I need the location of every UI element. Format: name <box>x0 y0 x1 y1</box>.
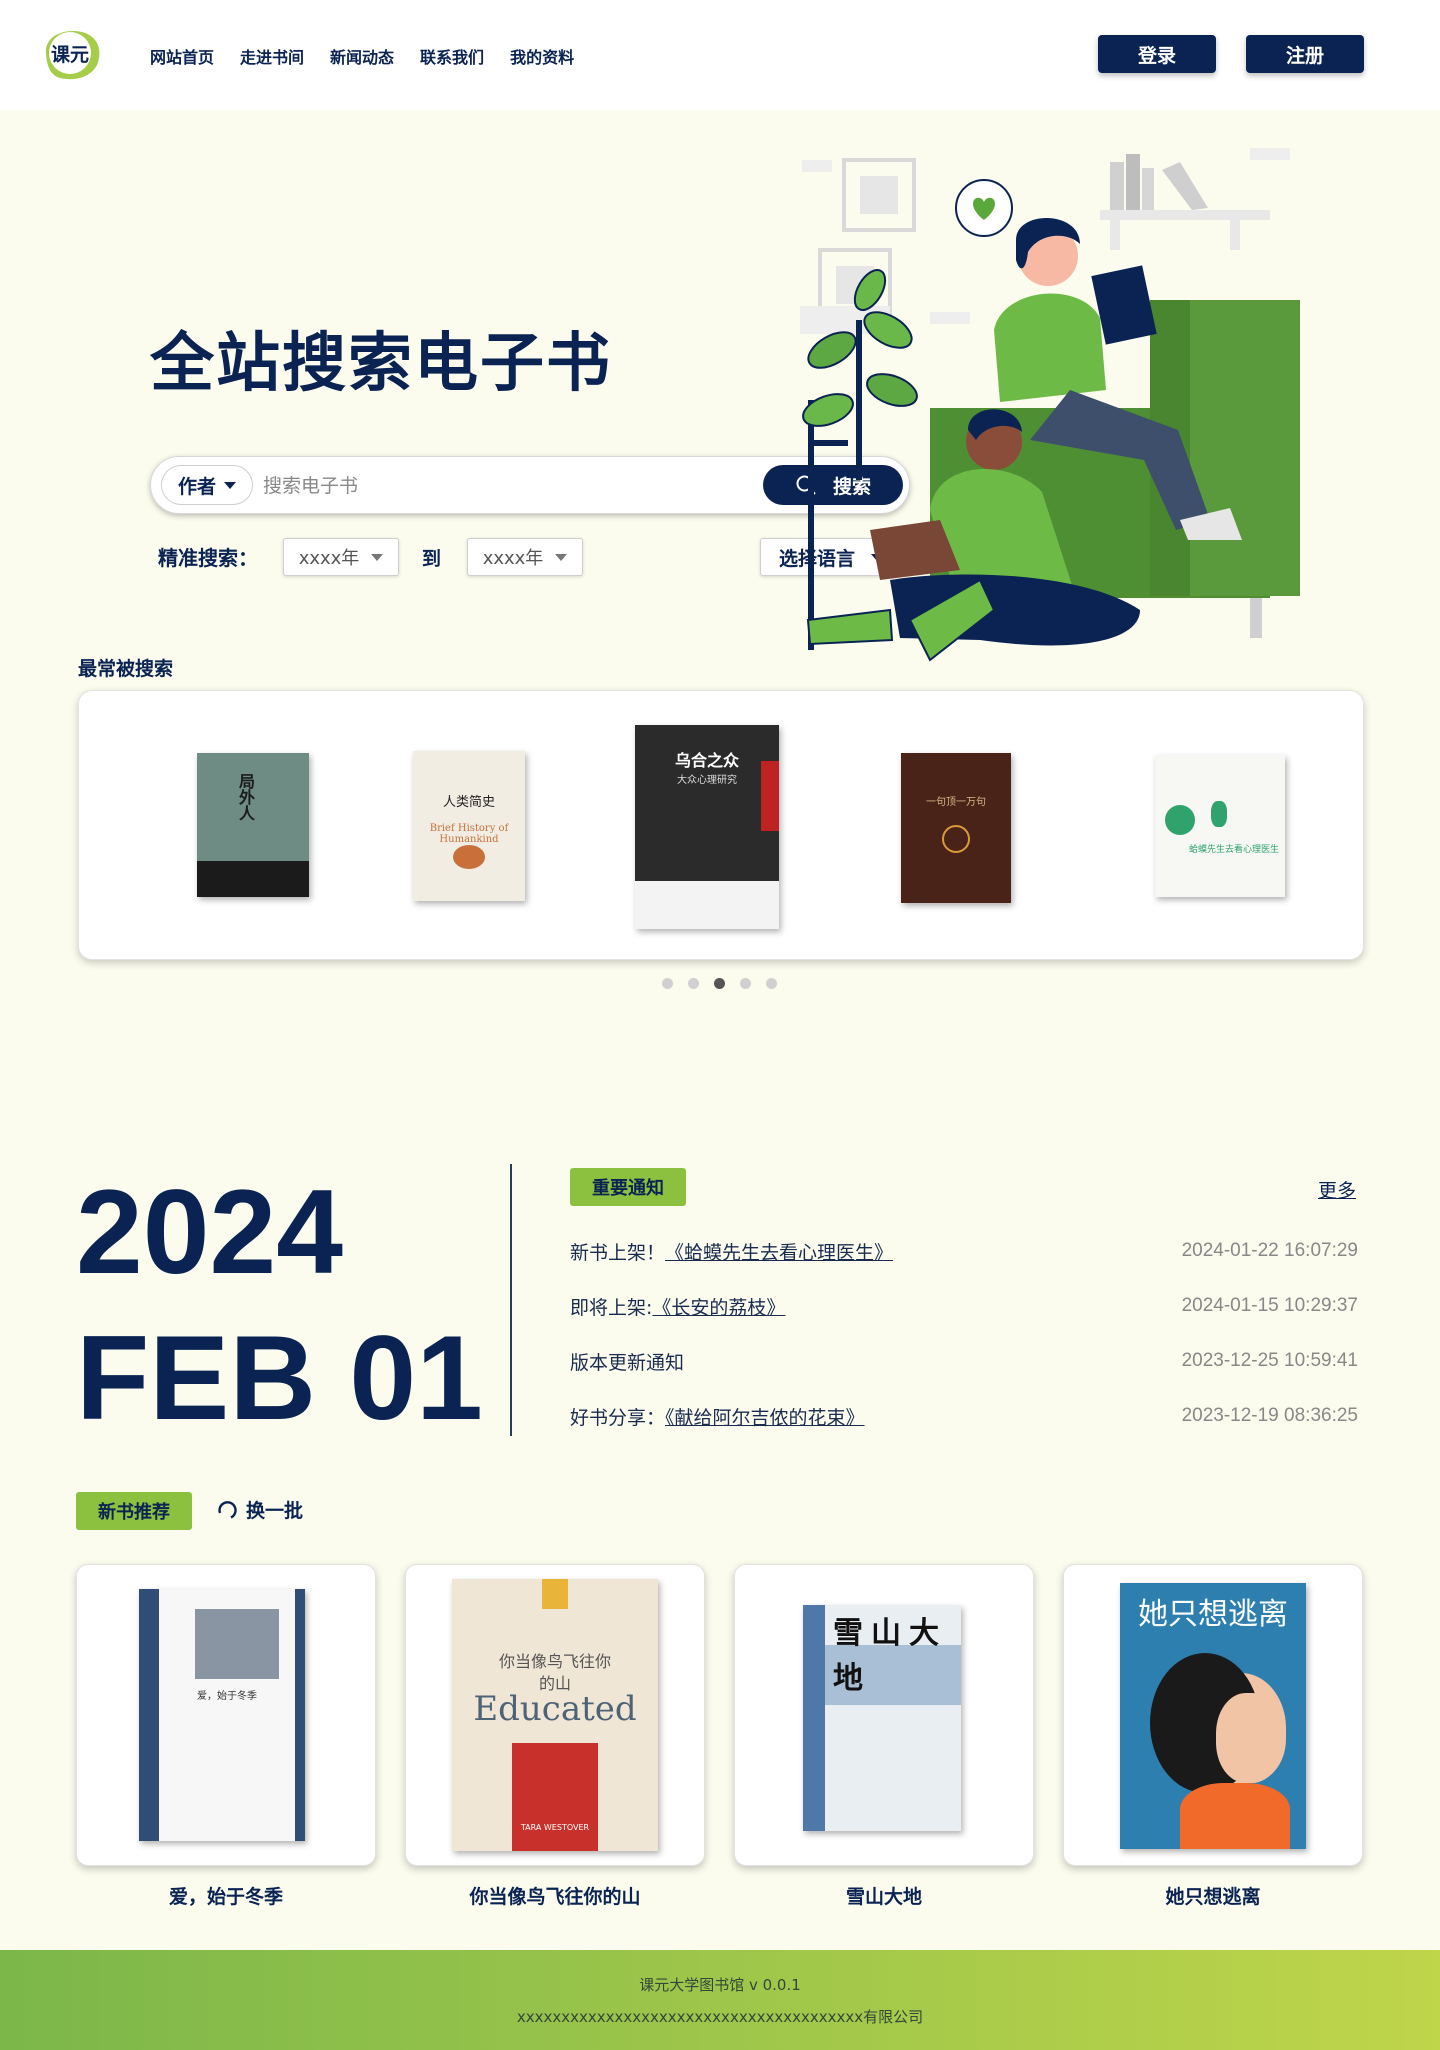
book-title[interactable]: 她只想逃离 <box>1063 1882 1363 1909</box>
refresh-label: 换一批 <box>246 1500 304 1522</box>
refresh-icon <box>218 1500 237 1519</box>
footer-version: 课元大学图书馆 v 0.0.1 <box>639 1976 801 1994</box>
notice-badge: 重要通知 <box>570 1168 686 1206</box>
book-cover-author: TARA WESTOVER <box>520 1823 590 1832</box>
book-cover-title: 她只想逃离 <box>1138 1597 1288 1632</box>
notice-date: 2024-01-15 10:29:37 <box>1181 1295 1358 1316</box>
notice-prefix: 即将上架: <box>570 1297 653 1319</box>
top-header: 课元 网站首页 走进书间 新闻动态 联系我们 我的资料 登录 注册 <box>0 0 1440 110</box>
to-year-value: xxxx年 <box>482 548 544 569</box>
hero-title: 全站搜索电子书 <box>150 327 612 401</box>
register-button[interactable]: 注册 <box>1246 35 1364 73</box>
notice-link[interactable]: 《献给阿尔吉侬的花束》 <box>665 1407 865 1429</box>
popular-book-3[interactable]: 乌合之众 大众心理研究 <box>635 725 779 929</box>
popular-carousel: 局外人 人类简史 Brief History of Humankind 乌合之众… <box>78 690 1364 960</box>
popular-book-1[interactable]: 局外人 <box>197 753 309 897</box>
notice-date: 2024-01-22 16:07:29 <box>1181 1240 1358 1261</box>
book-card[interactable]: 你当像鸟飞往你的山 Educated TARA WESTOVER <box>405 1564 705 1866</box>
popular-book-4[interactable]: 一句顶一万句 <box>901 753 1011 903</box>
new-books-badge: 新书推荐 <box>76 1492 192 1530</box>
main-nav: 网站首页 走进书间 新闻动态 联系我们 我的资料 <box>150 44 574 68</box>
more-link[interactable]: 更多 <box>1318 1176 1356 1203</box>
popular-book-3-title: 乌合之众 <box>674 751 739 770</box>
book-cover: 雪山大地 <box>803 1605 961 1831</box>
nav-news[interactable]: 新闻动态 <box>330 44 394 68</box>
nav-contact[interactable]: 联系我们 <box>420 44 484 68</box>
footer: 课元大学图书馆 v 0.0.1 xxxxxxxxxxxxxxxxxxxxxxxx… <box>0 1950 1440 2050</box>
popular-book-1-title: 局外人 <box>236 773 255 821</box>
carousel-pagination <box>662 978 777 989</box>
book-cover-title: 雪山大地 <box>833 1616 947 1696</box>
precise-search-label: 精准搜索： <box>158 546 258 570</box>
search-input[interactable] <box>263 466 703 506</box>
popular-book-2[interactable]: 人类简史 Brief History of Humankind <box>413 751 525 901</box>
to-label: 到 <box>422 548 442 570</box>
carousel-dot[interactable] <box>662 978 673 989</box>
popular-label: 最常被搜索 <box>78 658 174 680</box>
notice-link[interactable]: 《蛤蟆先生去看心理医生》 <box>665 1242 893 1264</box>
footer-company: xxxxxxxxxxxxxxxxxxxxxxxxxxxxxxxxxxxxxxx有… <box>516 2008 924 2026</box>
chevron-down-icon <box>555 553 568 561</box>
popular-book-5-title: 蛤蟆先生去看心理医生 <box>1189 845 1280 855</box>
notice-item: 版本更新通知 2023-12-25 10:59:41 <box>570 1348 1360 1378</box>
popular-book-4-title: 一句顶一万句 <box>926 797 986 808</box>
notice-date: 2023-12-25 10:59:41 <box>1181 1350 1358 1371</box>
carousel-dot[interactable] <box>740 978 751 989</box>
popular-book-3-subtitle: 大众心理研究 <box>677 775 737 786</box>
notice-item: 新书上架！《蛤蟆先生去看心理医生》 2024-01-22 16:07:29 <box>570 1238 1360 1268</box>
notice-item: 即将上架:《长安的荔枝》 2024-01-15 10:29:37 <box>570 1293 1360 1323</box>
book-cover: 爱，始于冬季 <box>139 1589 305 1841</box>
book-title[interactable]: 爱，始于冬季 <box>76 1882 376 1909</box>
book-cover-title: 爱，始于冬季 <box>197 1691 257 1702</box>
nav-books[interactable]: 走进书间 <box>240 44 304 68</box>
site-logo[interactable]: 课元 <box>40 26 104 82</box>
book-title[interactable]: 你当像鸟飞往你的山 <box>405 1882 705 1909</box>
book-cover-subtitle: Educated <box>473 1689 637 1729</box>
from-year-value: xxxx年 <box>298 548 360 569</box>
book-cover: 她只想逃离 <box>1120 1583 1306 1849</box>
logo-text: 课元 <box>51 44 89 66</box>
nav-home[interactable]: 网站首页 <box>150 44 214 68</box>
divider <box>510 1164 512 1436</box>
book-title[interactable]: 雪山大地 <box>734 1882 1034 1909</box>
date-month-day: FEB 01 <box>76 1311 483 1445</box>
popular-book-2-subtitle: Brief History of Humankind <box>429 823 509 845</box>
to-year-select[interactable]: xxxx年 <box>467 538 583 576</box>
notice-prefix[interactable]: 版本更新通知 <box>570 1352 684 1374</box>
book-card[interactable]: 爱，始于冬季 <box>76 1564 376 1866</box>
notice-item: 好书分享：《献给阿尔吉侬的花束》 2023-12-19 08:36:25 <box>570 1403 1360 1433</box>
popular-book-5[interactable]: 蛤蟆先生去看心理医生 <box>1155 755 1285 897</box>
carousel-dot[interactable] <box>688 978 699 989</box>
search-field-select[interactable]: 作者 <box>161 465 253 505</box>
chevron-down-icon <box>224 481 236 489</box>
from-year-select[interactable]: xxxx年 <box>283 538 399 576</box>
notice-date: 2023-12-19 08:36:25 <box>1181 1405 1358 1426</box>
search-field-value: 作者 <box>177 475 216 498</box>
refresh-button[interactable]: 换一批 <box>216 1496 303 1523</box>
book-cover: 你当像鸟飞往你的山 Educated TARA WESTOVER <box>452 1579 658 1851</box>
book-card[interactable]: 她只想逃离 <box>1063 1564 1363 1866</box>
notice-link[interactable]: 《长安的荔枝》 <box>652 1297 785 1319</box>
chevron-down-icon <box>371 553 384 561</box>
date-year: 2024 <box>76 1165 343 1299</box>
notice-prefix: 好书分享： <box>570 1407 666 1429</box>
notice-prefix: 新书上架！ <box>570 1242 666 1264</box>
popular-book-2-title: 人类简史 <box>442 795 495 810</box>
carousel-dot-active[interactable] <box>714 978 725 989</box>
nav-profile[interactable]: 我的资料 <box>510 44 574 68</box>
book-card[interactable]: 雪山大地 <box>734 1564 1034 1866</box>
carousel-dot[interactable] <box>766 978 777 989</box>
hero-illustration <box>780 140 1320 680</box>
login-button[interactable]: 登录 <box>1098 35 1216 73</box>
